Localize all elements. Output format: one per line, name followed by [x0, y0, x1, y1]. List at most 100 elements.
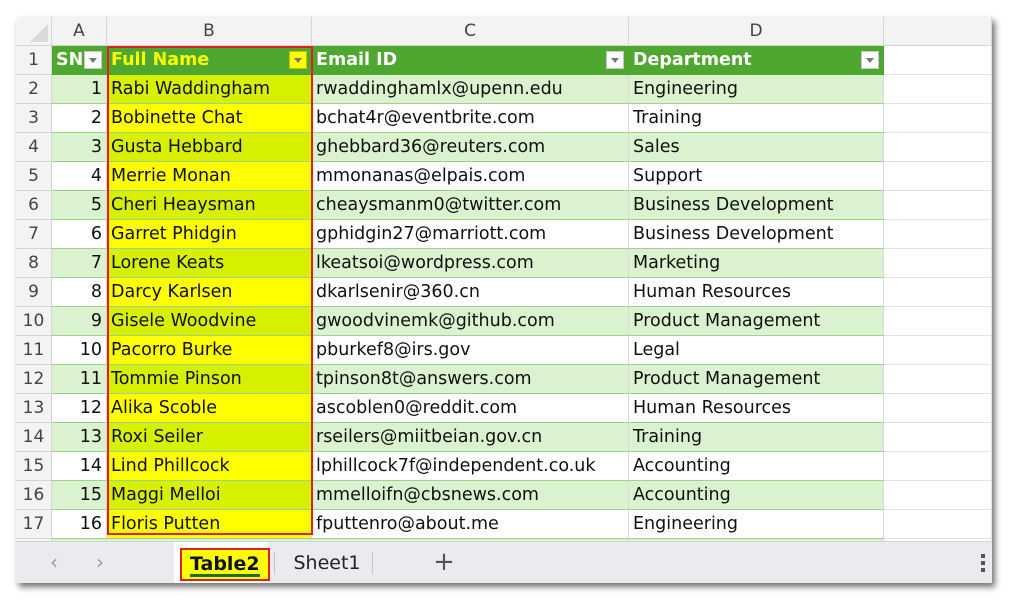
cell-full-name[interactable]: Darcy Karlsen: [107, 278, 312, 307]
cell-full-name[interactable]: Gusta Hebbard: [107, 133, 312, 162]
cell-sn[interactable]: 13: [52, 423, 107, 452]
cell-sn[interactable]: 6: [52, 220, 107, 249]
empty-cell[interactable]: [884, 191, 992, 220]
cell-department[interactable]: Sales: [629, 133, 884, 162]
cell-email[interactable]: rseilers@miitbeian.gov.cn: [312, 423, 629, 452]
cell-full-name[interactable]: Rabi Waddingham: [107, 75, 312, 104]
empty-cell[interactable]: [884, 307, 992, 336]
cell-email[interactable]: bchat4r@eventbrite.com: [312, 104, 629, 133]
cell-full-name[interactable]: Lorene Keats: [107, 249, 312, 278]
cell-department[interactable]: Business Development: [629, 191, 884, 220]
cell-full-name[interactable]: Pacorro Burke: [107, 336, 312, 365]
cell-department[interactable]: Product Management: [629, 365, 884, 394]
cell-department[interactable]: Accounting: [629, 452, 884, 481]
row-header[interactable]: 10: [16, 307, 52, 336]
row-header[interactable]: 15: [16, 452, 52, 481]
cell-sn[interactable]: 9: [52, 307, 107, 336]
row-header[interactable]: 1: [16, 46, 52, 75]
next-sheet-icon[interactable]: ›: [88, 550, 112, 574]
empty-cell[interactable]: [884, 452, 992, 481]
cell-department[interactable]: Human Resources: [629, 394, 884, 423]
cell-email[interactable]: lkeatsoi@wordpress.com: [312, 249, 629, 278]
cell-sn[interactable]: 12: [52, 394, 107, 423]
filter-dropdown-icon[interactable]: [861, 51, 879, 69]
row-header[interactable]: 13: [16, 394, 52, 423]
empty-cell[interactable]: [884, 510, 992, 539]
row-header[interactable]: 6: [16, 191, 52, 220]
cell-department[interactable]: Support: [629, 162, 884, 191]
cell-full-name[interactable]: Tommie Pinson: [107, 365, 312, 394]
header-full-name[interactable]: Full Name: [107, 46, 312, 75]
cell-email[interactable]: dkarlsenir@360.cn: [312, 278, 629, 307]
row-header[interactable]: 16: [16, 481, 52, 510]
tab-sheet1[interactable]: Sheet1: [282, 542, 372, 583]
cell-email[interactable]: lphillcock7f@independent.co.uk: [312, 452, 629, 481]
cell-email[interactable]: tpinson8t@answers.com: [312, 365, 629, 394]
cell-sn[interactable]: 11: [52, 365, 107, 394]
row-header[interactable]: 17: [16, 510, 52, 539]
more-options-icon[interactable]: [980, 552, 986, 574]
cell-email[interactable]: mmonanas@elpais.com: [312, 162, 629, 191]
filter-dropdown-icon[interactable]: [606, 51, 624, 69]
cell-full-name[interactable]: Alika Scoble: [107, 394, 312, 423]
cell-email[interactable]: fputtenro@about.me: [312, 510, 629, 539]
cell-sn[interactable]: 15: [52, 481, 107, 510]
cell-department[interactable]: Training: [629, 423, 884, 452]
cell-email[interactable]: ascoblen0@reddit.com: [312, 394, 629, 423]
cell-email[interactable]: cheaysmanm0@twitter.com: [312, 191, 629, 220]
cell-email[interactable]: gphidgin27@marriott.com: [312, 220, 629, 249]
cell-department[interactable]: Business Development: [629, 220, 884, 249]
cell-sn[interactable]: 14: [52, 452, 107, 481]
empty-cell[interactable]: [884, 336, 992, 365]
cell-full-name[interactable]: Bobinette Chat: [107, 104, 312, 133]
row-header[interactable]: 3: [16, 104, 52, 133]
cell-sn[interactable]: 5: [52, 191, 107, 220]
cell-email[interactable]: ghebbard36@reuters.com: [312, 133, 629, 162]
header-sn[interactable]: SN: [52, 46, 107, 75]
cell-department[interactable]: Engineering: [629, 75, 884, 104]
header-email-id[interactable]: Email ID: [312, 46, 629, 75]
cell-full-name[interactable]: Garret Phidgin: [107, 220, 312, 249]
cell-department[interactable]: Accounting: [629, 481, 884, 510]
cell-department[interactable]: Product Management: [629, 307, 884, 336]
cell-full-name[interactable]: Maggi Melloi: [107, 481, 312, 510]
select-all-corner[interactable]: [16, 17, 52, 46]
row-header[interactable]: 14: [16, 423, 52, 452]
empty-cell[interactable]: [884, 394, 992, 423]
tab-table2[interactable]: Table2: [174, 542, 270, 583]
filter-dropdown-icon[interactable]: [84, 51, 102, 69]
row-header[interactable]: 2: [16, 75, 52, 104]
empty-cell[interactable]: [884, 278, 992, 307]
empty-cell[interactable]: [884, 104, 992, 133]
cell-department[interactable]: Marketing: [629, 249, 884, 278]
empty-cell[interactable]: [884, 75, 992, 104]
row-header[interactable]: 11: [16, 336, 52, 365]
empty-cell[interactable]: [884, 133, 992, 162]
cell-department[interactable]: Training: [629, 104, 884, 133]
cell-full-name[interactable]: Lind Phillcock: [107, 452, 312, 481]
empty-cell[interactable]: [884, 162, 992, 191]
cell-sn[interactable]: 2: [52, 104, 107, 133]
add-sheet-icon[interactable]: +: [430, 548, 458, 576]
empty-cell[interactable]: [884, 365, 992, 394]
row-header[interactable]: 7: [16, 220, 52, 249]
column-header-b[interactable]: B: [107, 17, 312, 46]
column-header-a[interactable]: A: [52, 17, 107, 46]
cell-full-name[interactable]: Merrie Monan: [107, 162, 312, 191]
cell-department[interactable]: Human Resources: [629, 278, 884, 307]
cell-full-name[interactable]: Roxi Seiler: [107, 423, 312, 452]
cell-full-name[interactable]: Gisele Woodvine: [107, 307, 312, 336]
empty-cell[interactable]: [884, 423, 992, 452]
prev-sheet-icon[interactable]: ‹: [42, 550, 66, 574]
cell-full-name[interactable]: Cheri Heaysman: [107, 191, 312, 220]
cell-email[interactable]: rwaddinghamlx@upenn.edu: [312, 75, 629, 104]
cell-sn[interactable]: 7: [52, 249, 107, 278]
cell-department[interactable]: Legal: [629, 336, 884, 365]
cell-department[interactable]: Engineering: [629, 510, 884, 539]
empty-cell[interactable]: [884, 46, 992, 75]
cell-email[interactable]: gwoodvinemk@github.com: [312, 307, 629, 336]
row-header[interactable]: 8: [16, 249, 52, 278]
cell-full-name[interactable]: Floris Putten: [107, 510, 312, 539]
filter-dropdown-icon[interactable]: [289, 51, 307, 69]
empty-cell[interactable]: [884, 249, 992, 278]
